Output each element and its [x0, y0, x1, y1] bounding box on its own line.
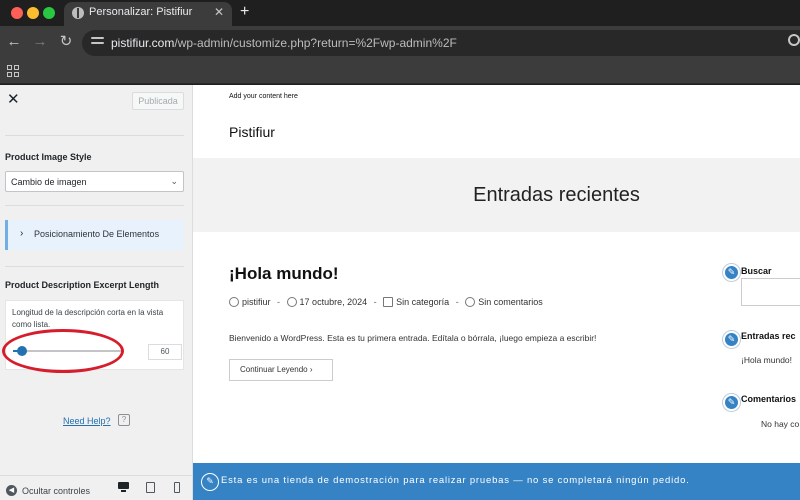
recent-post-link[interactable]: ¡Hola mundo! — [741, 355, 792, 365]
mobile-preview-icon[interactable] — [174, 482, 180, 493]
chevron-right-icon: › — [20, 228, 24, 239]
folder-icon — [383, 297, 394, 307]
apps-grid-icon[interactable] — [7, 65, 19, 77]
question-icon[interactable]: ? — [118, 414, 130, 426]
forward-button[interactable]: → — [31, 33, 49, 51]
edit-pencil-icon[interactable]: ✎ — [201, 473, 219, 491]
recent-posts-widget-title: Entradas rec — [741, 331, 796, 341]
no-comments-text: No hay co — [761, 419, 800, 429]
image-style-select[interactable]: Cambio de imagen ⌄ — [5, 171, 184, 192]
store-notice-banner: ✎ Esta es una tienda de demostración par… — [193, 463, 800, 500]
divider — [5, 266, 184, 267]
tab-title: Personalizar: Pistifiur — [89, 6, 193, 18]
site-title[interactable]: Pistifiur — [229, 124, 275, 140]
slider-thumb[interactable] — [16, 346, 27, 356]
desktop-preview-icon[interactable] — [118, 482, 129, 492]
browser-tab[interactable]: Personalizar: Pistifiur ✕ — [64, 2, 232, 26]
need-help-link[interactable]: Need Help? — [63, 416, 111, 426]
bookmarks-bar — [0, 60, 800, 84]
new-tab-button[interactable]: + — [240, 2, 249, 22]
zoom-window-button[interactable] — [43, 7, 55, 19]
top-bar-text: Add your content here — [229, 93, 298, 100]
post-meta: pistifiur - 17 octubre, 2024 - Sin categ… — [229, 297, 543, 307]
divider — [5, 205, 184, 206]
close-customizer-button[interactable]: ✕ — [7, 92, 20, 108]
post-title[interactable]: ¡Hola mundo! — [229, 264, 339, 284]
post-author[interactable]: pistifiur — [242, 297, 271, 307]
comments-widget-title: Comentarios — [741, 394, 797, 404]
store-notice-text: Esta es una tienda de demostración para … — [221, 475, 690, 486]
browser-tab-bar: Personalizar: Pistifiur ✕ + — [0, 0, 800, 26]
positioning-panel-label: Posicionamiento De Elementos — [34, 229, 160, 239]
positioning-panel-link[interactable]: › Posicionamiento De Elementos — [5, 220, 184, 250]
edit-pencil-icon[interactable]: ✎ — [723, 264, 740, 281]
meta-separator: - — [373, 297, 377, 307]
back-button[interactable]: ← — [5, 33, 23, 51]
page-title: Entradas recientes — [473, 184, 640, 206]
customizer-footer: ◀ Ocultar controles — [0, 475, 192, 500]
image-style-label: Product Image Style — [5, 152, 92, 162]
reload-button[interactable]: ↻ — [57, 33, 75, 51]
edit-pencil-icon[interactable]: ✎ — [723, 331, 740, 348]
comment-icon — [465, 297, 476, 307]
post-date[interactable]: 17 octubre, 2024 — [300, 297, 368, 307]
post-comments[interactable]: Sin comentarios — [478, 297, 543, 307]
collapse-arrow-icon: ◀ — [6, 485, 17, 497]
clock-icon — [286, 297, 297, 307]
site-settings-icon[interactable] — [91, 37, 104, 49]
read-more-label: Continuar Leyendo — [240, 365, 308, 374]
url-text: pistifiur.com/wp-admin/customize.php?ret… — [111, 36, 457, 50]
page-header: Entradas recientes — [193, 158, 800, 232]
url-host: pistifiur.com — [111, 36, 175, 50]
site-preview: Add your content here Pistifiur Entradas… — [193, 85, 800, 500]
url-path: /wp-admin/customize.php?return=%2Fwp-adm… — [174, 36, 457, 50]
chevron-right-icon: › — [309, 365, 313, 374]
close-window-button[interactable] — [11, 7, 23, 19]
customizer-header: ✕ Publicada — [0, 85, 192, 117]
globe-icon — [72, 7, 84, 19]
hide-controls-label: Ocultar controles — [22, 485, 91, 496]
tablet-preview-icon[interactable] — [146, 482, 155, 493]
excerpt-length-input[interactable]: 60 — [148, 344, 182, 360]
excerpt-length-label: Product Description Excerpt Length — [5, 280, 160, 290]
tab-close-button[interactable]: ✕ — [214, 5, 224, 19]
publish-button[interactable]: Publicada — [132, 92, 184, 110]
zoom-icon[interactable] — [788, 34, 800, 46]
address-bar: ← → ↻ pistifiur.com/wp-admin/customize.p… — [0, 26, 800, 60]
post-excerpt: Bienvenido a WordPress. Esta es tu prime… — [229, 333, 597, 343]
excerpt-length-slider[interactable] — [13, 350, 121, 352]
edit-pencil-icon[interactable]: ✎ — [723, 394, 740, 411]
minimize-window-button[interactable] — [27, 7, 39, 19]
author-icon — [229, 297, 239, 307]
customizer-sidebar: ✕ Publicada Product Image Style Cambio d… — [0, 85, 193, 500]
excerpt-length-description: Longitud de la descripción corta en la v… — [12, 308, 164, 329]
meta-separator: - — [277, 297, 281, 307]
divider — [5, 135, 184, 136]
url-input[interactable]: pistifiur.com/wp-admin/customize.php?ret… — [82, 30, 800, 56]
read-more-button[interactable]: Continuar Leyendo › — [229, 359, 333, 381]
meta-separator: - — [455, 297, 459, 307]
post-category[interactable]: Sin categoría — [396, 297, 449, 307]
image-style-value: Cambio de imagen — [11, 177, 87, 187]
chevron-down-icon: ⌄ — [170, 176, 178, 186]
search-input[interactable] — [741, 278, 800, 306]
hide-controls-button[interactable]: ◀ Ocultar controles — [6, 482, 90, 500]
search-widget-title: Buscar — [741, 266, 772, 276]
